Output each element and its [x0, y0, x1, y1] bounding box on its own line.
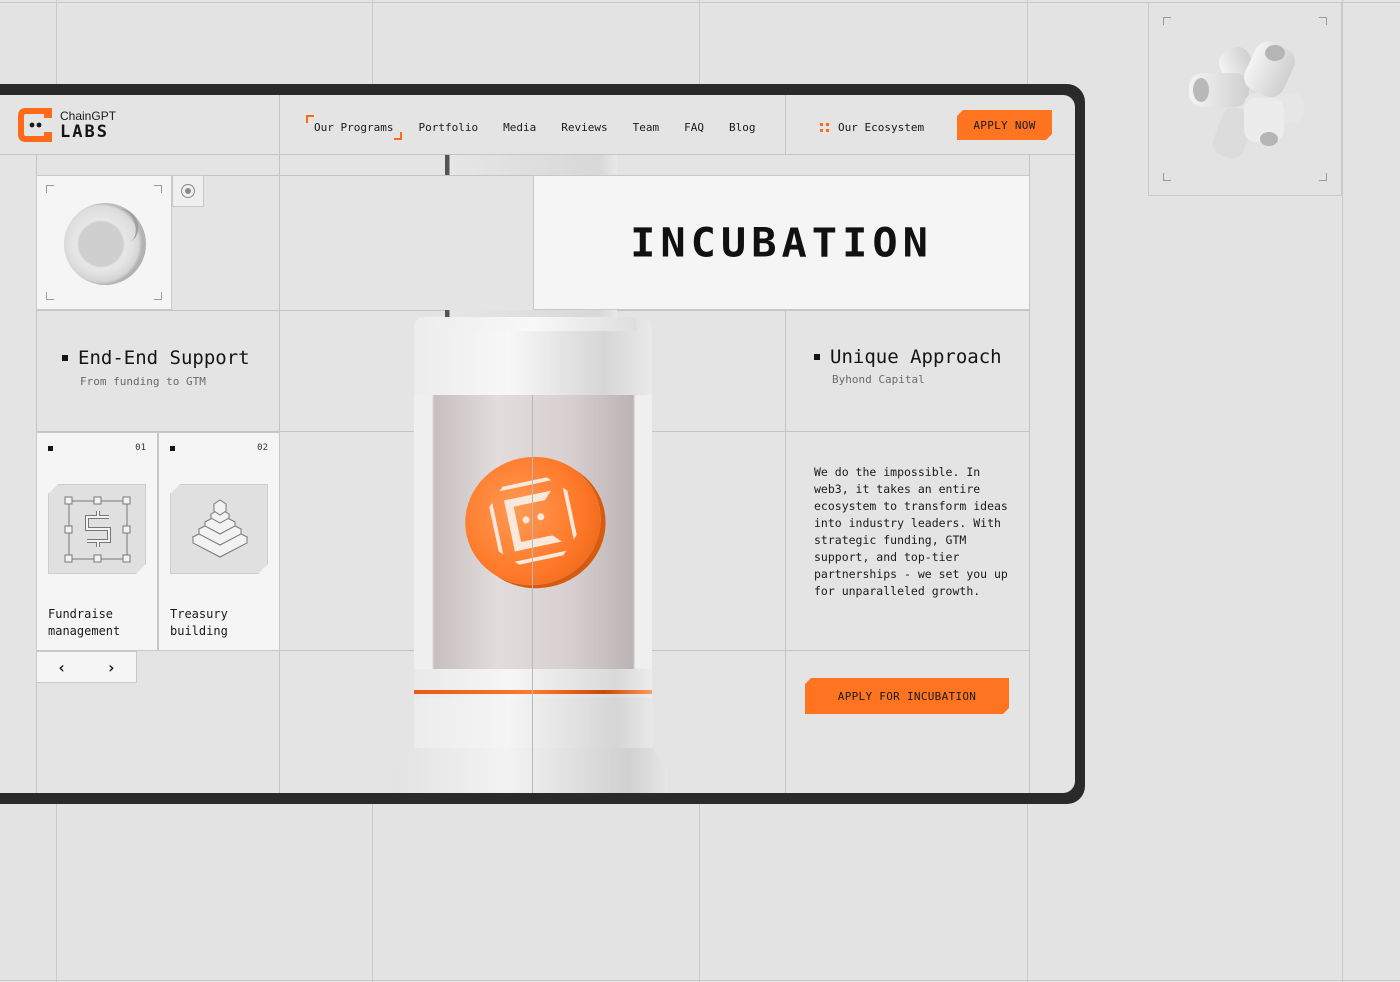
grid-line	[0, 980, 1400, 981]
chaingpt-logo-icon	[18, 108, 52, 142]
service-card[interactable]: 02 Treasury building	[158, 432, 280, 651]
our-ecosystem-label: Our Ecosystem	[838, 121, 925, 134]
incubator-base-top	[414, 669, 652, 699]
service-card[interactable]: 01 Fundraise management	[36, 432, 158, 651]
chevron-left-icon[interactable]: ‹	[57, 658, 67, 677]
logo[interactable]: ChainGPT LABS	[18, 108, 116, 142]
website-screen: ChainGPT LABS Our Programs Portfolio Med…	[0, 95, 1075, 793]
site-header: ChainGPT LABS Our Programs Portfolio Med…	[0, 95, 1075, 155]
feature-title: End-End Support	[62, 347, 250, 369]
nav-blog[interactable]: Blog	[729, 121, 756, 134]
nav-portfolio[interactable]: Portfolio	[418, 121, 478, 134]
bullet-square	[48, 446, 53, 451]
feature-unique-approach: Unique Approach Byhond Capital	[814, 346, 1002, 386]
service-label: Treasury building	[170, 606, 228, 640]
nav-faq[interactable]: FAQ	[684, 121, 704, 134]
tube-stem	[445, 155, 617, 175]
description-text: We do the impossible. In web3, it takes …	[814, 465, 1008, 598]
carousel-controls: ‹ ›	[36, 651, 137, 683]
header-divider	[279, 95, 280, 155]
corner-bracket	[154, 185, 162, 193]
service-label-line: management	[48, 624, 121, 638]
main-nav: Our Programs Portfolio Media Reviews Tea…	[305, 115, 780, 140]
our-ecosystem-link[interactable]: Our Ecosystem	[820, 121, 924, 134]
apply-for-incubation-button[interactable]: APPLY FOR INCUBATION	[805, 678, 1009, 714]
corner-bracket	[154, 292, 162, 300]
service-label-line: Fundraise	[48, 607, 114, 621]
stacked-pyramid-icon	[170, 484, 268, 574]
logo-product: LABS	[60, 121, 109, 142]
nav-reviews[interactable]: Reviews	[561, 121, 607, 134]
service-label-line: Treasury	[170, 607, 228, 621]
feature-title: Unique Approach	[814, 346, 1002, 368]
corner-bracket	[46, 185, 54, 193]
corner-bracket	[46, 292, 54, 300]
apply-now-button[interactable]: APPLY NOW	[957, 110, 1052, 140]
service-label-line: building	[170, 624, 228, 638]
target-icon	[181, 184, 195, 198]
incubator-base	[414, 698, 652, 748]
feature-end-end-support: End-End Support From funding to GTM	[62, 347, 250, 388]
service-number: 01	[135, 443, 146, 453]
nav-our-programs[interactable]: Our Programs	[305, 115, 404, 140]
service-label: Fundraise management	[48, 606, 120, 640]
tube-cross-3d-icon	[1189, 41, 1304, 159]
incubator-foot	[398, 748, 668, 793]
orb-image-card	[36, 175, 172, 310]
logo-brand: ChainGPT	[60, 108, 117, 123]
header-divider	[785, 95, 786, 155]
nav-media[interactable]: Media	[503, 121, 536, 134]
grid-line	[785, 310, 786, 793]
page-title: INCUBATION	[630, 219, 933, 266]
glass-orb-icon	[64, 203, 146, 285]
chevron-right-icon[interactable]: ›	[106, 658, 116, 677]
seam-line	[532, 395, 533, 793]
bullet-square	[170, 446, 175, 451]
floating-3d-card	[1148, 2, 1342, 196]
feature-subtitle: Byhond Capital	[832, 373, 925, 386]
target-button[interactable]	[172, 175, 204, 207]
feature-subtitle: From funding to GTM	[80, 375, 206, 388]
page-title-card: INCUBATION	[533, 175, 1030, 310]
orange-glow-ring	[414, 690, 652, 694]
nav-team[interactable]: Team	[633, 121, 660, 134]
grid-dots-icon	[820, 123, 829, 132]
service-number: 02	[257, 443, 268, 453]
dollar-selection-icon	[48, 484, 146, 574]
incubator-cap-ring	[429, 317, 637, 331]
